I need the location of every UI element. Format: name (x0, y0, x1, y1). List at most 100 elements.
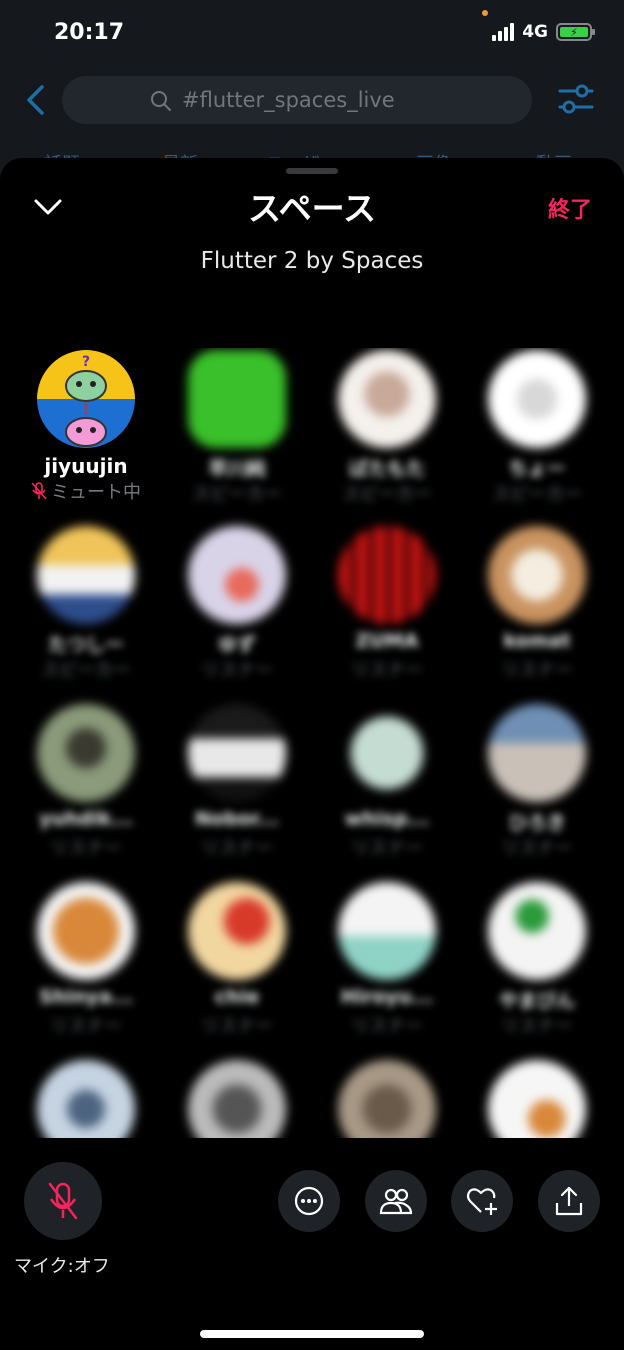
participant-self[interactable]: ? ! jiyuujin ミュート中 (11, 350, 161, 503)
participant[interactable]: Hiroyu... リスナー (312, 882, 462, 1037)
participant-role: リスナー (201, 838, 273, 859)
participant[interactable] (462, 1060, 612, 1138)
sheet-title: スペース (247, 189, 377, 228)
participant-name: ちょー (508, 458, 566, 480)
people-icon (379, 1188, 413, 1215)
participant[interactable]: ZUMA リスナー (312, 526, 462, 681)
participant-role: リスナー (201, 1016, 273, 1037)
participant-name: ZUMA (355, 630, 419, 652)
participant[interactable]: 早川純 スピーカー (162, 350, 312, 505)
search-icon (151, 91, 171, 111)
participant-role: リスナー (351, 1016, 423, 1037)
react-button[interactable] (451, 1170, 513, 1232)
participant[interactable] (312, 1060, 462, 1138)
search-query: #flutter_spaces_live (182, 88, 395, 112)
status-icons: 4G ⚡ (492, 22, 595, 42)
avatar (37, 1060, 135, 1138)
participant-name: Nobor... (195, 808, 279, 830)
end-space-button[interactable]: 終了 (548, 192, 592, 224)
participant[interactable] (162, 1060, 312, 1138)
privacy-indicator (482, 10, 488, 16)
home-indicator[interactable] (200, 1330, 424, 1338)
more-icon (294, 1186, 324, 1216)
participant-name: jiyuujin (44, 454, 128, 478)
avatar (338, 350, 436, 448)
participant-name: Hiroyu... (340, 986, 434, 1008)
back-chevron-icon[interactable] (22, 84, 50, 116)
avatar (488, 350, 586, 448)
sheet-grabber[interactable] (286, 168, 338, 174)
participant-role-label: ミュート中 (51, 482, 141, 503)
participant-role: スピーカー (342, 484, 432, 505)
participant-name: ゆず (217, 634, 256, 656)
participant-name: chie (214, 986, 260, 1008)
participant-name: Shinya... (38, 986, 134, 1008)
avatar (188, 350, 286, 448)
share-icon (555, 1186, 583, 1216)
participant[interactable]: ちょー スピーカー (462, 350, 612, 505)
participant-name: ひろき (508, 812, 566, 834)
avatar (488, 882, 586, 980)
mic-toggle-button[interactable] (24, 1162, 102, 1240)
battery-icon: ⚡ (556, 23, 595, 41)
avatar (338, 1060, 436, 1138)
participant[interactable] (11, 1060, 161, 1138)
status-time: 20:17 (54, 20, 125, 45)
avatar (338, 704, 436, 802)
mic-off-icon (48, 1182, 78, 1220)
participant-role: リスナー (501, 1016, 573, 1037)
participant-role: リスナー (351, 660, 423, 681)
avatar (37, 882, 135, 980)
participant-role: リスナー (201, 660, 273, 681)
participant[interactable]: ばたもた スピーカー (312, 350, 462, 505)
participant[interactable]: たつしー スピーカー (11, 526, 161, 681)
avatar (37, 704, 135, 802)
avatar: ? ! (37, 350, 135, 448)
participant-name: whisp... (344, 808, 430, 830)
participant[interactable]: chie リスナー (162, 882, 312, 1037)
space-name: Flutter 2 by Spaces (200, 248, 424, 274)
participant[interactable]: komat リスナー (462, 526, 612, 681)
heart-plus-icon (466, 1188, 497, 1215)
more-options-button[interactable] (278, 1170, 340, 1232)
participant[interactable]: whisp... リスナー (312, 704, 462, 859)
participant-role: スピーカー (492, 484, 582, 505)
search-input[interactable]: #flutter_spaces_live (62, 76, 532, 124)
participant-name: やまびん (498, 990, 575, 1012)
participant-role: リスナー (501, 660, 573, 681)
avatar (188, 882, 286, 980)
participant-role: リスナー (50, 838, 122, 859)
participant-grid: ? ! jiyuujin ミュート中 早川純 スピーカー ばたもた スピーカー … (0, 348, 624, 1138)
share-button[interactable] (538, 1170, 600, 1232)
signal-icon (492, 23, 515, 41)
participant[interactable]: Shinya... リスナー (11, 882, 161, 1037)
mic-off-icon (31, 482, 47, 500)
spaces-sheet: スペース 終了 Flutter 2 by Spaces ? ! jiyuujin (0, 158, 624, 1350)
participant[interactable]: やまびん リスナー (462, 882, 612, 1037)
participant-name: 早川純 (208, 458, 266, 480)
network-label: 4G (522, 22, 548, 42)
participant-name: たつしー (47, 634, 124, 656)
avatar (488, 526, 586, 624)
participant[interactable]: yuhdik... リスナー (11, 704, 161, 859)
participant-name: ばたもた (348, 458, 425, 480)
participant[interactable]: Nobor... リスナー (162, 704, 312, 859)
avatar (188, 1060, 286, 1138)
avatar (188, 526, 286, 624)
avatar (488, 1060, 586, 1138)
svg-text:!: ! (83, 402, 89, 418)
avatar (488, 704, 586, 802)
filter-icon[interactable] (558, 82, 594, 116)
participant-role: スピーカー (41, 660, 131, 681)
avatar (338, 526, 436, 624)
avatar (338, 882, 436, 980)
participant-name: komat (503, 630, 571, 652)
mic-status-label: マイク:オフ (14, 1256, 110, 1277)
participant[interactable]: ひろき リスナー (462, 704, 612, 859)
svg-text:?: ? (82, 354, 90, 370)
participant-role: リスナー (501, 838, 573, 859)
participant[interactable]: ゆず リスナー (162, 526, 312, 681)
participants-button[interactable] (365, 1170, 427, 1232)
participant-role: ミュート中 (11, 480, 161, 503)
avatar (188, 704, 286, 802)
